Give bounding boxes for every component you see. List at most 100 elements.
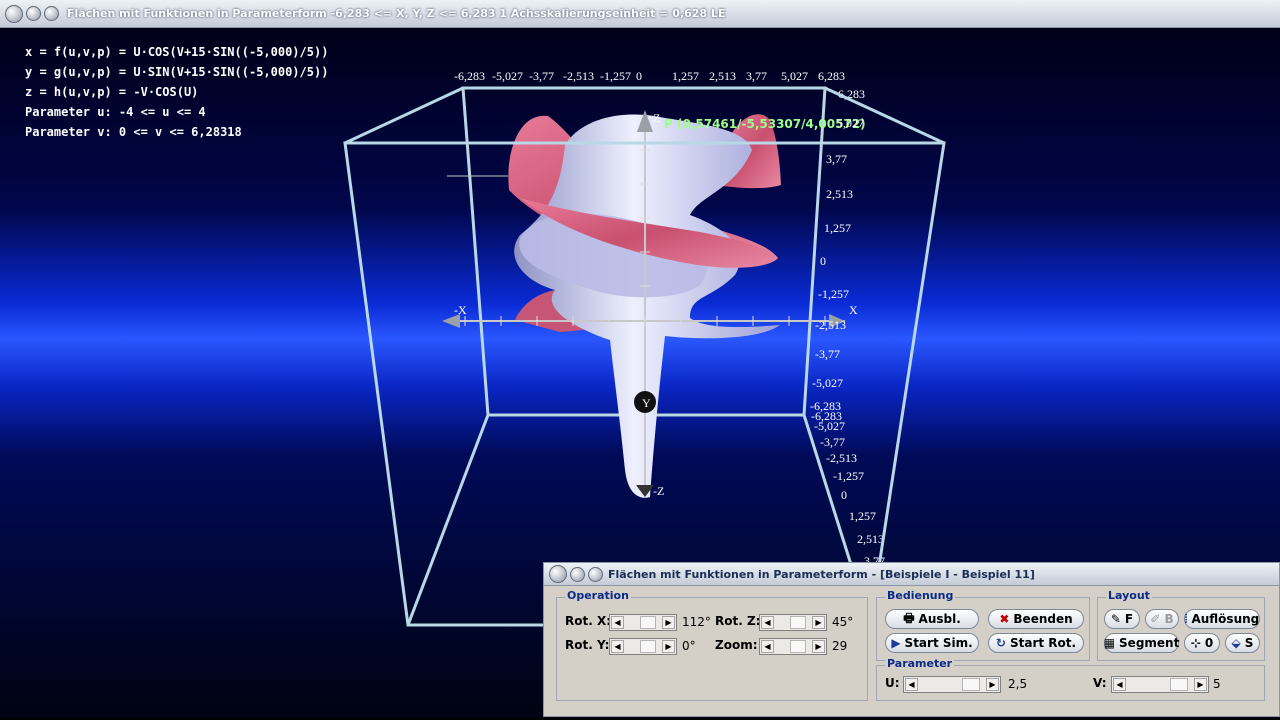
segment-button-label: Segment — [1119, 636, 1180, 650]
start-rot-button[interactable]: ↻ Start Rot. — [988, 633, 1084, 653]
right-lower-tick-label: 0 — [841, 488, 847, 502]
scroll-left-icon[interactable]: ◀ — [1113, 678, 1126, 691]
right-lower-tick-label: 2,513 — [857, 532, 884, 546]
equation-y: y = g(u,v,p) = U·SIN(V+15·SIN((-5,000)/5… — [25, 65, 329, 79]
layout-group-label: Layout — [1106, 589, 1152, 602]
origin-button[interactable]: ⊹ 0 — [1184, 633, 1220, 653]
start-sim-button-label: Start Sim. — [904, 636, 973, 650]
v-label: V: — [1093, 676, 1107, 690]
right-upper-tick-label: 3,77 — [826, 152, 847, 166]
right-upper-tick-label: 5,027 — [837, 116, 864, 130]
ausbl-button[interactable]: 🖶 Ausbl. — [885, 609, 979, 629]
dialog-menu-icon[interactable] — [549, 565, 567, 583]
scroll-left-icon[interactable]: ◀ — [611, 616, 624, 629]
v-scrollbar[interactable]: ◀ ▶ — [1111, 676, 1209, 693]
dialog-maximize-icon[interactable] — [588, 566, 603, 582]
parameter-u-range: Parameter u: -4 <= u <= 4 — [25, 105, 206, 119]
s-button[interactable]: ⬙ S — [1225, 633, 1260, 653]
grid-icon: ▦ — [1103, 636, 1116, 650]
right-upper-tick-label: 2,513 — [826, 187, 853, 201]
operation-group-label: Operation — [565, 589, 631, 602]
top-tick-label: -3,77 — [529, 69, 554, 83]
dialog-title: Flächen mit Funktionen in Parameterform … — [608, 567, 1035, 581]
right-upper-tick-label: -1,257 — [818, 287, 849, 301]
right-lower-tick-labels: -6,283-5,027-3,77-2,513-1,25701,2572,513… — [811, 409, 885, 568]
rot-x-value: 112° — [682, 615, 711, 629]
scroll-thumb[interactable] — [962, 678, 980, 691]
rot-x-label: Rot. X: — [565, 614, 612, 628]
right-upper-tick-label: 0 — [820, 254, 826, 268]
rot-z-scrollbar[interactable]: ◀ ▶ — [759, 614, 827, 631]
dialog-minimize-icon[interactable] — [570, 566, 585, 582]
parameter-v-range: Parameter v: 0 <= v <= 6,28318 — [25, 125, 242, 139]
scroll-right-icon[interactable]: ▶ — [662, 616, 675, 629]
close-icon: ✖ — [999, 612, 1010, 626]
printer-icon: 🖶 — [903, 610, 915, 625]
rot-z-value: 45° — [832, 615, 854, 629]
layout-group: Layout ✎ F ✐ B ⦙ Auflösung ▦ Segment ⊹ 0… — [1097, 589, 1265, 661]
right-lower-tick-label: -2,513 — [826, 451, 857, 465]
crosshair-icon: ⊹ — [1190, 636, 1201, 650]
aufloesung-button[interactable]: ⦙ Auflösung — [1184, 609, 1260, 629]
rot-y-scrollbar[interactable]: ◀ ▶ — [609, 638, 677, 655]
top-tick-label: 6,283 — [818, 69, 845, 83]
fill-icon: ✎ — [1110, 612, 1121, 626]
neg-z-axis-label: -Z — [653, 484, 664, 498]
rot-x-scrollbar[interactable]: ◀ ▶ — [609, 614, 677, 631]
z-axis-label: Z — [653, 111, 660, 125]
rot-y-label: Rot. Y: — [565, 638, 610, 652]
f-button-label: F — [1124, 612, 1134, 626]
equation-z: z = h(u,v,p) = -V·COS(U) — [25, 85, 199, 99]
scroll-right-icon[interactable]: ▶ — [662, 640, 675, 653]
top-tick-label: 1,257 — [672, 69, 699, 83]
scroll-left-icon[interactable]: ◀ — [611, 640, 624, 653]
right-lower-tick-label: -5,027 — [814, 419, 845, 433]
resolution-icon: ⦙ — [1184, 611, 1188, 626]
dialog-title-bar[interactable]: Flächen mit Funktionen in Parameterform … — [544, 563, 1279, 586]
scroll-thumb[interactable] — [1170, 678, 1188, 691]
right-upper-tick-label: -5,027 — [812, 376, 843, 390]
x-axis-label: X — [849, 303, 858, 317]
beenden-button[interactable]: ✖ Beenden — [988, 609, 1084, 629]
beenden-button-label: Beenden — [1013, 612, 1073, 626]
f-button[interactable]: ✎ F — [1104, 609, 1140, 629]
top-tick-label: -2,513 — [563, 69, 594, 83]
u-label: U: — [885, 676, 900, 690]
scroll-left-icon[interactable]: ◀ — [761, 616, 774, 629]
point-label: P (0,57461/-5,53307/4,00572) — [664, 117, 866, 131]
brush-icon: ✐ — [1150, 612, 1161, 626]
scroll-right-icon[interactable]: ▶ — [986, 678, 999, 691]
y-axis-label: Y — [642, 396, 651, 410]
scroll-thumb[interactable] — [790, 616, 806, 629]
play-icon: ▶ — [891, 636, 901, 650]
scroll-left-icon[interactable]: ◀ — [905, 678, 918, 691]
top-tick-label: -6,283 — [454, 69, 485, 83]
right-upper-tick-label: -2,513 — [815, 318, 846, 332]
u-scrollbar[interactable]: ◀ ▶ — [903, 676, 1001, 693]
scroll-thumb[interactable] — [640, 616, 656, 629]
b-button[interactable]: ✐ B — [1145, 609, 1179, 629]
scroll-thumb[interactable] — [640, 640, 656, 653]
control-dialog: Flächen mit Funktionen in Parameterform … — [543, 562, 1280, 717]
scroll-thumb[interactable] — [790, 640, 806, 653]
rot-z-label: Rot. Z: — [715, 614, 761, 628]
right-upper-tick-labels: 6,2835,0273,772,5131,2570-1,257-2,513-3,… — [810, 87, 865, 413]
scroll-right-icon[interactable]: ▶ — [1194, 678, 1207, 691]
right-upper-tick-label: 1,257 — [824, 221, 851, 235]
scroll-right-icon[interactable]: ▶ — [812, 640, 825, 653]
right-lower-tick-label: -3,77 — [820, 435, 845, 449]
parameter-group: Parameter U: ◀ ▶ 2,5 V: ◀ ▶ 5 — [876, 657, 1265, 701]
segment-button[interactable]: ▦ Segment — [1104, 633, 1179, 653]
scroll-right-icon[interactable]: ▶ — [812, 616, 825, 629]
origin-button-label: 0 — [1204, 636, 1214, 650]
rot-y-value: 0° — [682, 639, 696, 653]
s-button-label: S — [1244, 636, 1254, 650]
zoom-scrollbar[interactable]: ◀ ▶ — [759, 638, 827, 655]
start-sim-button[interactable]: ▶ Start Sim. — [885, 633, 979, 653]
operation-group: Operation Rot. X: ◀ ▶ 112° Rot. Z: ◀ ▶ 4… — [556, 589, 868, 701]
right-upper-tick-label: -3,77 — [815, 347, 840, 361]
equation-x: x = f(u,v,p) = U·COS(V+15·SIN((-5,000)/5… — [25, 45, 329, 59]
ausbl-button-label: Ausbl. — [918, 612, 961, 626]
v-value: 5 — [1213, 677, 1221, 691]
scroll-left-icon[interactable]: ◀ — [761, 640, 774, 653]
